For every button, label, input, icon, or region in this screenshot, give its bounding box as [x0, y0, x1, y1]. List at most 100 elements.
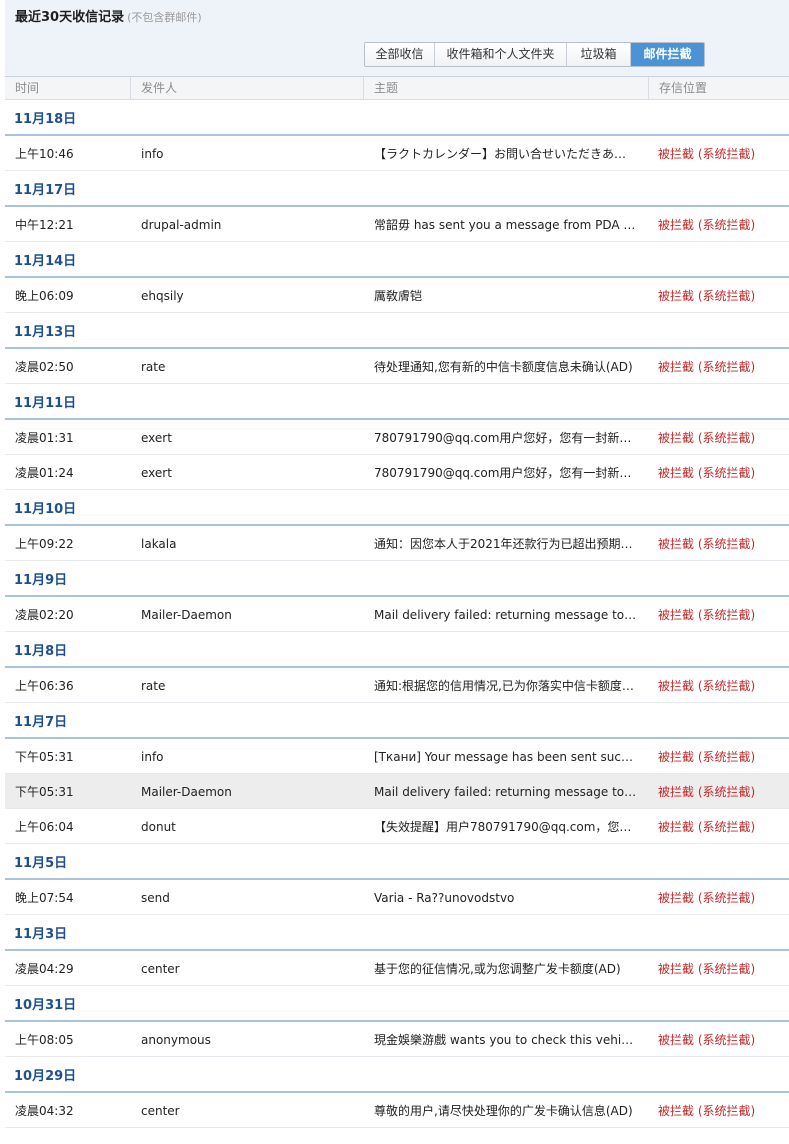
mail-time: 晚上06:09	[15, 289, 74, 303]
mail-location: 被拦截 (系统拦截)	[658, 466, 756, 480]
mail-location: 被拦截 (系统拦截)	[658, 537, 756, 551]
mail-location: 被拦截 (系统拦截)	[658, 360, 756, 374]
mail-time: 凌晨01:24	[15, 466, 74, 480]
mail-sender: center	[141, 1104, 180, 1118]
date-group-header: 11月8日	[5, 632, 789, 668]
tab-mail-blocked[interactable]: 邮件拦截	[631, 43, 704, 66]
column-time: 时间	[15, 81, 40, 95]
mail-time: 上午10:46	[15, 147, 74, 161]
column-header: 时间 发件人 主题 存信位置	[5, 77, 789, 100]
mail-time: 上午06:04	[15, 820, 74, 834]
date-group-header: 11月13日	[5, 313, 789, 349]
mail-row[interactable]: 晚上07:54 send Varia - Ra??unovodstvo 被拦截 (系统…	[5, 880, 789, 915]
mail-location: 被拦截 (系统拦截)	[658, 962, 756, 976]
mail-time: 上午08:05	[15, 1033, 74, 1047]
mail-subject: 尊敬的用户,请尽快处理你的广发卡确认信息(AD)	[374, 1104, 633, 1118]
mail-location: 被拦截 (系统拦截)	[658, 750, 756, 764]
date-group-header: 11月18日	[5, 100, 789, 136]
mail-row[interactable]: 晚上06:09 ehqsily 厲敎膚铠 被拦截 (系统拦截)	[5, 278, 789, 313]
page-title: 最近30天收信记录 (不包含群邮件)	[15, 6, 202, 25]
mail-subject: 通知：因您本人于2021年还款行为已超出预期范围	[374, 537, 638, 551]
mail-record-page: 最近30天收信记录 (不包含群邮件) 全部收信 收件箱和个人文件夹 垃圾箱 邮件拦…	[0, 0, 789, 1144]
mail-time: 上午06:36	[15, 679, 74, 693]
mail-row[interactable]: 凌晨01:24 exert 780791790@qq.com用户您好，您有一封新邮件…	[5, 455, 789, 490]
mail-subject: Mail delivery failed: returning message …	[374, 785, 638, 799]
date-group-header: 11月7日	[5, 703, 789, 739]
mail-sender: Mailer-Daemon	[141, 785, 232, 799]
mail-sender: rate	[141, 360, 166, 374]
column-location: 存信位置	[648, 77, 789, 99]
mail-subject: Varia - Ra??unovodstvo	[374, 891, 515, 905]
tab-inbox-personal-folders[interactable]: 收件箱和个人文件夹	[435, 43, 567, 66]
date-group-header: 10月29日	[5, 1057, 789, 1093]
mail-location: 被拦截 (系统拦截)	[658, 289, 756, 303]
mail-time: 下午05:31	[15, 750, 74, 764]
mail-time: 下午05:31	[15, 785, 74, 799]
date-group-header: 11月14日	[5, 242, 789, 278]
mail-subject: [Ткани] Your message has been sent succe…	[374, 750, 638, 764]
mail-row[interactable]: 凌晨02:20 Mailer-Daemon Mail delivery failed…	[5, 597, 789, 632]
mail-time: 上午09:22	[15, 537, 74, 551]
date-group-header: 11月3日	[5, 915, 789, 951]
mail-row[interactable]: 凌晨04:29 center 基于您的征信情况,或为您调整广发卡额度(AD) 被拦截 …	[5, 951, 789, 986]
mail-row[interactable]: 凌晨02:50 rate 待处理通知,您有新的中信卡额度信息未确认(AD) 被拦截 (…	[5, 349, 789, 384]
mail-row[interactable]: 凌晨04:32 center 尊敬的用户,请尽快处理你的广发卡确认信息(AD) 被拦截…	[5, 1093, 789, 1128]
date-group-header: 11月10日	[5, 490, 789, 526]
mail-subject: 780791790@qq.com用户您好，您有一封新邮件待查收	[374, 466, 638, 480]
mail-location: 被拦截 (系统拦截)	[658, 431, 756, 445]
mail-sender: lakala	[141, 537, 177, 551]
mail-location: 被拦截 (系统拦截)	[658, 785, 756, 799]
page-title-text: 最近30天收信记录	[15, 10, 125, 25]
mail-row[interactable]: 下午05:31 info [Ткани] Your message has been…	[5, 739, 789, 774]
mail-location: 被拦截 (系统拦截)	[658, 891, 756, 905]
date-group-header: 10月31日	[5, 986, 789, 1022]
date-group-header: 11月9日	[5, 561, 789, 597]
mail-time: 凌晨01:31	[15, 431, 74, 445]
mail-row[interactable]: 上午06:36 rate 通知:根据您的信用情况,已为你落实中信卡额度调整 被拦截 (…	[5, 668, 789, 703]
mail-subject: 基于您的征信情况,或为您调整广发卡额度(AD)	[374, 962, 621, 976]
page-subtitle: (不包含群邮件)	[127, 11, 202, 24]
mail-sender: Mailer-Daemon	[141, 608, 232, 622]
mail-sender: send	[141, 891, 170, 905]
mail-location: 被拦截 (系统拦截)	[658, 679, 756, 693]
mail-sender: ehqsily	[141, 289, 184, 303]
mail-subject: 常韶毋 has sent you a message from PDA webs…	[374, 218, 638, 232]
mail-row[interactable]: 上午09:22 lakala 通知：因您本人于2021年还款行为已超出预期范围 被拦截…	[5, 526, 789, 561]
mail-row[interactable]: 上午06:04 donut 【失效提醒】用户780791790@qq.com，您的邮…	[5, 809, 789, 844]
mail-row[interactable]: 凌晨01:31 exert 780791790@qq.com用户您好，您有一封新邮件…	[5, 420, 789, 455]
mail-subject: 現金娛樂游戲 wants you to check this vehicle	[374, 1033, 638, 1047]
mail-subject: 【ラクトカレンダー】お問い合せいただきありがとうございます	[374, 147, 638, 161]
mail-subject: 【失效提醒】用户780791790@qq.com，您的邮箱即将失效	[374, 820, 638, 834]
tab-spam[interactable]: 垃圾箱	[567, 43, 631, 66]
column-subject: 主题	[363, 77, 648, 99]
header: 最近30天收信记录 (不包含群邮件) 全部收信 收件箱和个人文件夹 垃圾箱 邮件拦…	[5, 0, 789, 77]
mail-row[interactable]: 上午10:46 info 【ラクトカレンダー】お問い合せいただきありがとうございます…	[5, 136, 789, 171]
mail-sender: info	[141, 750, 164, 764]
mail-subject: 780791790@qq.com用户您好，您有一封新邮件待查收	[374, 431, 638, 445]
mail-time: 凌晨02:20	[15, 608, 74, 622]
mail-sender: drupal-admin	[141, 218, 222, 232]
mail-location: 被拦截 (系统拦截)	[658, 608, 756, 622]
filter-tabs: 全部收信 收件箱和个人文件夹 垃圾箱 邮件拦截	[364, 42, 705, 67]
mail-location: 被拦截 (系统拦截)	[658, 218, 756, 232]
mail-location: 被拦截 (系统拦截)	[658, 147, 756, 161]
mail-row[interactable]: 中午12:21 drupal-admin 常韶毋 has sent you a me…	[5, 207, 789, 242]
mail-time: 凌晨02:50	[15, 360, 74, 374]
mail-row[interactable]: 上午08:05 anonymous 現金娛樂游戲 wants you to chec…	[5, 1022, 789, 1057]
tab-all-received[interactable]: 全部收信	[365, 43, 435, 66]
mail-sender: anonymous	[141, 1033, 211, 1047]
mail-sender: rate	[141, 679, 166, 693]
mail-location: 被拦截 (系统拦截)	[658, 820, 756, 834]
mail-sender: center	[141, 962, 180, 976]
mail-sender: donut	[141, 820, 176, 834]
mail-row[interactable]: 下午05:31 Mailer-Daemon Mail delivery failed…	[5, 774, 789, 809]
mail-sender: info	[141, 147, 164, 161]
date-group-header: 11月11日	[5, 384, 789, 420]
mail-sender: exert	[141, 466, 172, 480]
date-group-header: 11月17日	[5, 171, 789, 207]
mail-time: 晚上07:54	[15, 891, 74, 905]
mail-time: 凌晨04:32	[15, 1104, 74, 1118]
mail-subject: 通知:根据您的信用情况,已为你落实中信卡额度调整	[374, 679, 638, 693]
column-sender: 发件人	[130, 77, 363, 99]
mail-subject: Mail delivery failed: returning message …	[374, 608, 638, 622]
